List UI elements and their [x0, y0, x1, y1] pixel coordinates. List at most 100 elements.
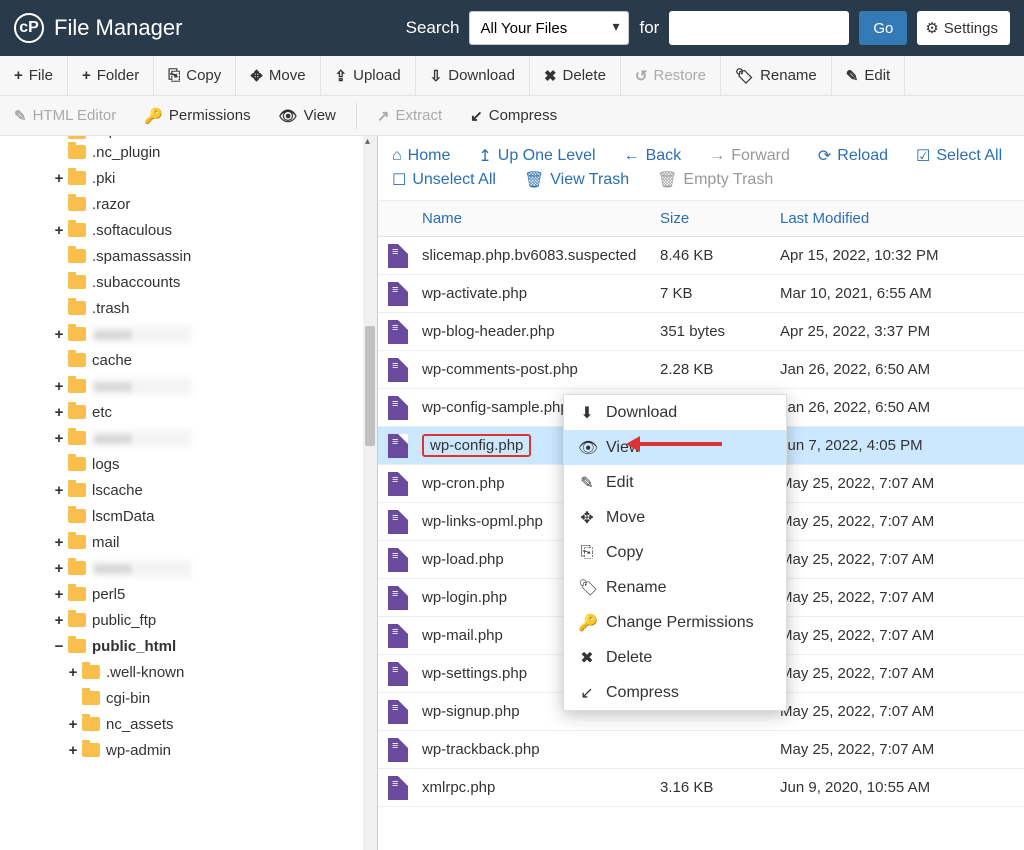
tree-item[interactable]: +.softaculous — [0, 217, 377, 243]
file-icon — [388, 700, 408, 724]
nav-back[interactable]: ←Back — [624, 146, 682, 166]
tree-folder-label: lscmData — [92, 508, 155, 525]
ctx-copy-icon: ⎘ — [578, 544, 596, 562]
nav-select-all[interactable]: ☑Select All — [916, 146, 1002, 166]
file-icon — [388, 282, 408, 306]
nav-reload[interactable]: ⟳Reload — [818, 146, 888, 166]
tree-item[interactable]: .spamassassin — [0, 243, 377, 269]
tree-toggle-icon[interactable]: + — [52, 170, 66, 187]
ctx-compress[interactable]: ↙Compress — [564, 675, 786, 710]
tree-item[interactable]: +xxxxx — [0, 373, 377, 399]
ctx-copy[interactable]: ⎘Copy — [564, 535, 786, 570]
tree-item[interactable]: +public_ftp — [0, 607, 377, 633]
gear-icon: ⚙ — [925, 19, 938, 37]
view-button[interactable]: 👁View — [265, 96, 350, 135]
tree-item[interactable]: + nc_assets — [0, 711, 377, 737]
ctx-view[interactable]: 👁View — [564, 430, 786, 465]
file-row[interactable]: wp-activate.php7 KBMar 10, 2021, 6:55 AM — [378, 275, 1024, 313]
search-input[interactable] — [669, 11, 849, 45]
ctx-download-icon: ⬇ — [578, 403, 596, 423]
column-size[interactable]: Size — [660, 210, 780, 227]
ctx-download[interactable]: ⬇Download — [564, 395, 786, 430]
tree-item[interactable]: cgi-bin — [0, 685, 377, 711]
ctx-permissions[interactable]: 🔑Change Permissions — [564, 605, 786, 640]
copy-button[interactable]: ⎘Copy — [154, 56, 236, 95]
tree-item[interactable]: + perl5 — [0, 581, 377, 607]
download-button[interactable]: ⇩Download — [416, 56, 530, 95]
search-scope-select[interactable]: All Your Files — [469, 11, 629, 45]
compress-button[interactable]: ↙Compress — [456, 96, 571, 135]
tree-toggle-icon[interactable]: + — [52, 404, 66, 421]
file-name-cell: wp-trackback.php — [422, 741, 660, 758]
new-file-button-icon: + — [14, 67, 23, 84]
tree-item[interactable]: +.pki — [0, 165, 377, 191]
edit-button[interactable]: ✎Edit — [832, 56, 905, 95]
new-folder-button[interactable]: +Folder — [68, 56, 154, 95]
tree-toggle-icon[interactable]: + — [52, 430, 66, 447]
file-icon — [388, 434, 408, 458]
settings-button[interactable]: ⚙ Settings — [917, 11, 1010, 45]
tree-item[interactable]: +etc — [0, 399, 377, 425]
tree-item[interactable]: +xxxxx — [0, 321, 377, 347]
nav-view-trash[interactable]: 🗑View Trash — [524, 170, 629, 190]
column-name[interactable]: Name — [422, 210, 660, 227]
file-row[interactable]: xmlrpc.php3.16 KBJun 9, 2020, 10:55 AM — [378, 769, 1024, 807]
tree-item[interactable]: .subaccounts — [0, 269, 377, 295]
tree-toggle-icon[interactable]: − — [52, 638, 66, 655]
nav-up-one-level[interactable]: ↥Up One Level — [478, 146, 595, 166]
tree-item[interactable]: .nc_plugin — [0, 139, 377, 165]
rename-button-icon: 🏷 — [735, 67, 754, 85]
delete-button[interactable]: ✖Delete — [530, 56, 621, 95]
tree-toggle-icon[interactable]: + — [52, 222, 66, 239]
rename-button[interactable]: 🏷Rename — [721, 56, 832, 95]
sidebar-scrollbar[interactable] — [363, 136, 377, 850]
tree-toggle-icon[interactable]: + — [52, 482, 66, 499]
tree-toggle-icon[interactable]: + — [52, 560, 66, 577]
tree-toggle-icon[interactable]: + — [66, 716, 80, 733]
nav-unselect-all[interactable]: ☐Unselect All — [392, 170, 496, 190]
tree-item[interactable]: +xxxxx — [0, 555, 377, 581]
tree-toggle-icon[interactable]: + — [66, 742, 80, 759]
file-row[interactable]: wp-blog-header.php351 bytesApr 25, 2022,… — [378, 313, 1024, 351]
tree-item[interactable]: +.well-known — [0, 659, 377, 685]
tree-toggle-icon[interactable]: + — [66, 664, 80, 681]
folder-icon — [68, 613, 86, 627]
tree-toggle-icon[interactable]: + — [52, 326, 66, 343]
file-row[interactable]: wp-comments-post.php2.28 KBJan 26, 2022,… — [378, 351, 1024, 389]
ctx-edit[interactable]: ✎Edit — [564, 465, 786, 500]
tree-item[interactable]: cache — [0, 347, 377, 373]
new-file-button[interactable]: +File — [0, 56, 68, 95]
file-name-cell: xmlrpc.php — [422, 779, 660, 796]
go-button[interactable]: Go — [859, 11, 907, 45]
tree-item[interactable]: +wp-admin — [0, 737, 377, 763]
tree-toggle-icon[interactable]: + — [52, 534, 66, 551]
ctx-rename[interactable]: 🏷Rename — [564, 570, 786, 605]
tree-item[interactable]: .trash — [0, 295, 377, 321]
ctx-view-icon: 👁 — [578, 438, 596, 458]
highlighted-file-name: wp-config.php — [422, 434, 531, 457]
ctx-move[interactable]: ✥Move — [564, 500, 786, 535]
tree-folder-label: nc_assets — [106, 716, 174, 733]
tree-toggle-icon[interactable]: + — [52, 586, 66, 603]
tree-toggle-icon[interactable]: + — [52, 378, 66, 395]
upload-button[interactable]: ⇪Upload — [321, 56, 416, 95]
tree-item[interactable]: + mail — [0, 529, 377, 555]
ctx-delete[interactable]: ✖Delete — [564, 640, 786, 675]
tree-item[interactable]: lscmData — [0, 503, 377, 529]
folder-icon — [68, 327, 86, 341]
move-button[interactable]: ✥Move — [236, 56, 320, 95]
nav-home[interactable]: ⌂Home — [392, 146, 450, 166]
tree-item[interactable]: +lscache — [0, 477, 377, 503]
file-row[interactable]: slicemap.php.bv6083.suspected8.46 KBApr … — [378, 237, 1024, 275]
permissions-button[interactable]: 🔑Permissions — [130, 96, 264, 135]
tree-item[interactable]: logs — [0, 451, 377, 477]
tree-folder-label: perl5 — [92, 586, 125, 603]
file-row[interactable]: wp-trackback.phpMay 25, 2022, 7:07 AM — [378, 731, 1024, 769]
tree-toggle-icon[interactable]: + — [52, 612, 66, 629]
tree-folder-label: mail — [92, 534, 120, 551]
tree-item[interactable]: −public_html — [0, 633, 377, 659]
column-modified[interactable]: Last Modified — [780, 210, 1024, 227]
tree-item[interactable]: +xxxxx — [0, 425, 377, 451]
tree-item[interactable]: .razor — [0, 191, 377, 217]
context-menu: ⬇Download👁View✎Edit✥Move⎘Copy🏷Rename🔑Cha… — [563, 394, 787, 711]
